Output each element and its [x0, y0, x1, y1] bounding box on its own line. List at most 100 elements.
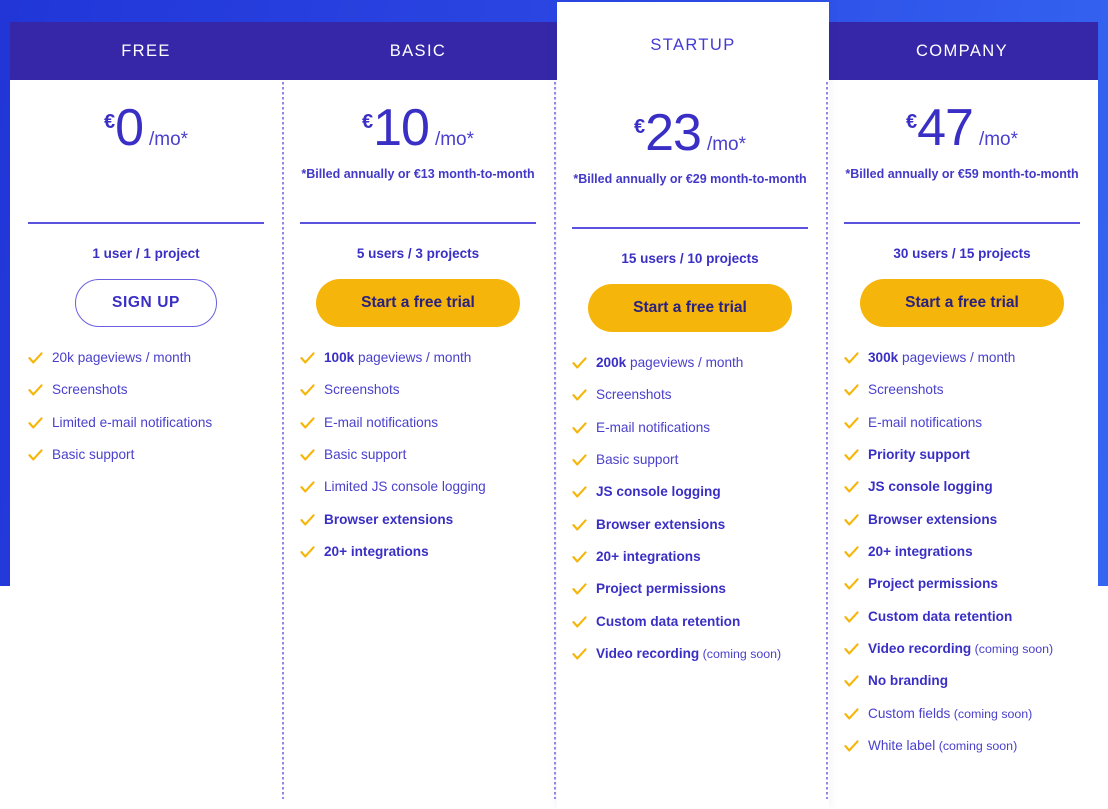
feature-label: E-mail notifications	[868, 414, 982, 432]
feature-item: 20+ integrations	[300, 543, 536, 561]
plan-header-label: BASIC	[389, 41, 447, 60]
feature-text: JS console logging	[596, 484, 721, 500]
check-icon	[572, 647, 587, 662]
coming-soon-tag: (coming soon)	[950, 706, 1033, 721]
feature-highlight: 100k	[324, 350, 355, 365]
currency-symbol: €	[103, 111, 116, 133]
plan-header-free[interactable]: FREE	[10, 22, 282, 80]
check-icon	[572, 550, 587, 565]
feature-label: Browser extensions	[868, 511, 997, 529]
check-icon	[300, 416, 315, 431]
sign-up-button[interactable]: SIGN UP	[75, 279, 217, 327]
feature-text: Custom data retention	[596, 613, 741, 629]
feature-item: E-mail notifications	[300, 414, 536, 432]
check-icon	[572, 356, 587, 371]
feature-label: Custom fields (coming soon)	[868, 705, 1032, 723]
feature-item: 100k pageviews / month	[300, 349, 536, 367]
plan-column-startup: €23/mo* *Billed annually or €29 month-to-…	[554, 80, 826, 809]
check-icon	[28, 383, 43, 398]
featured-plan-title: STARTUP	[557, 2, 829, 88]
price-period: /mo*	[978, 129, 1019, 150]
feature-item: Limited JS console logging	[300, 478, 536, 496]
feature-text: White label	[868, 738, 936, 754]
check-icon	[300, 448, 315, 463]
feature-item: 20+ integrations	[844, 543, 1080, 561]
feature-text: No branding	[868, 673, 949, 689]
price-line: €10/mo*	[300, 102, 536, 154]
start-free-trial-button[interactable]: Start a free trial	[316, 279, 520, 327]
seats-label: 5 users / 3 projects	[356, 246, 480, 261]
feature-label: E-mail notifications	[596, 419, 710, 437]
feature-item: Custom fields (coming soon)	[844, 705, 1080, 723]
price-line: €47/mo*	[844, 102, 1080, 154]
check-icon	[300, 383, 315, 398]
check-icon	[844, 513, 859, 528]
feature-label: 100k pageviews / month	[324, 349, 471, 367]
feature-list: 300k pageviews / month Screenshots E-mail …	[844, 349, 1080, 755]
feature-item: Limited e-mail notifications	[28, 414, 264, 432]
check-icon	[572, 615, 587, 630]
check-icon	[844, 480, 859, 495]
feature-label: Basic support	[596, 451, 678, 469]
feature-item: Video recording (coming soon)	[844, 640, 1080, 658]
feature-text: 20+ integrations	[596, 549, 701, 565]
feature-text: E-mail notifications	[868, 414, 983, 430]
feature-text: 20+ integrations	[324, 544, 429, 560]
check-icon	[844, 383, 859, 398]
feature-text: Video recording	[596, 646, 700, 662]
feature-item: Custom data retention	[844, 608, 1080, 626]
feature-label: Priority support	[868, 446, 970, 464]
feature-text: Limited e-mail notifications	[52, 414, 213, 430]
feature-item: Browser extensions	[844, 511, 1080, 529]
check-icon	[844, 416, 859, 431]
feature-text: Screenshots	[868, 382, 944, 398]
cta-wrapper: Start a free trial	[844, 279, 1080, 327]
feature-item: Screenshots	[844, 381, 1080, 399]
feature-item: Video recording (coming soon)	[572, 645, 808, 663]
check-icon	[844, 351, 859, 366]
feature-list: 200k pageviews / month Screenshots E-mail …	[572, 354, 808, 663]
check-icon	[572, 582, 587, 597]
check-icon	[572, 518, 587, 533]
price-block: €23/mo* *Billed annually or €29 month-to-…	[572, 80, 808, 266]
price-block: €47/mo* *Billed annually or €59 month-to-…	[844, 80, 1080, 261]
price-period: /mo*	[148, 129, 189, 150]
feature-item: Project permissions	[844, 575, 1080, 593]
check-icon	[300, 351, 315, 366]
feature-text: Custom data retention	[868, 608, 1013, 624]
feature-item: Screenshots	[28, 381, 264, 399]
plan-header-basic[interactable]: BASIC	[282, 22, 554, 80]
feature-label: Custom data retention	[868, 608, 1012, 626]
plan-header-company[interactable]: COMPANY	[826, 22, 1098, 80]
billing-note: *Billed annually or €29 month-to-month	[573, 172, 807, 186]
feature-item: Project permissions	[572, 580, 808, 598]
price-line: €23/mo*	[572, 107, 808, 159]
check-icon	[572, 388, 587, 403]
feature-label: JS console logging	[868, 478, 993, 496]
feature-text: Screenshots	[596, 387, 672, 403]
feature-item: 200k pageviews / month	[572, 354, 808, 372]
feature-text: Screenshots	[324, 382, 400, 398]
feature-label: 20k pageviews / month	[52, 349, 191, 367]
feature-item: White label (coming soon)	[844, 737, 1080, 755]
pricing-table: FREE BASIC COMPANY STARTUP €0/mo* 1 user / …	[0, 0, 1108, 809]
feature-label: Limited e-mail notifications	[52, 414, 212, 432]
feature-text: pageviews / month	[626, 355, 744, 370]
feature-item: E-mail notifications	[572, 419, 808, 437]
seats-label: 30 users / 15 projects	[893, 246, 1031, 261]
feature-label: E-mail notifications	[324, 414, 438, 432]
feature-label: 20+ integrations	[324, 543, 429, 561]
plan-column-free: €0/mo* 1 user / 1 project SIGN UP 20k pagev…	[10, 80, 282, 809]
check-icon	[844, 577, 859, 592]
feature-highlight: 300k	[868, 350, 899, 365]
start-free-trial-button[interactable]: Start a free trial	[588, 284, 792, 332]
feature-label: Screenshots	[324, 381, 400, 399]
feature-item: Basic support	[28, 446, 264, 464]
feature-label: 20+ integrations	[596, 548, 701, 566]
feature-label: Limited JS console logging	[324, 478, 486, 496]
start-free-trial-button[interactable]: Start a free trial	[860, 279, 1064, 327]
check-icon	[844, 739, 859, 754]
plan-columns: €0/mo* 1 user / 1 project SIGN UP 20k pagev…	[10, 80, 1098, 809]
feature-item: 20+ integrations	[572, 548, 808, 566]
currency-symbol: €	[905, 111, 918, 133]
